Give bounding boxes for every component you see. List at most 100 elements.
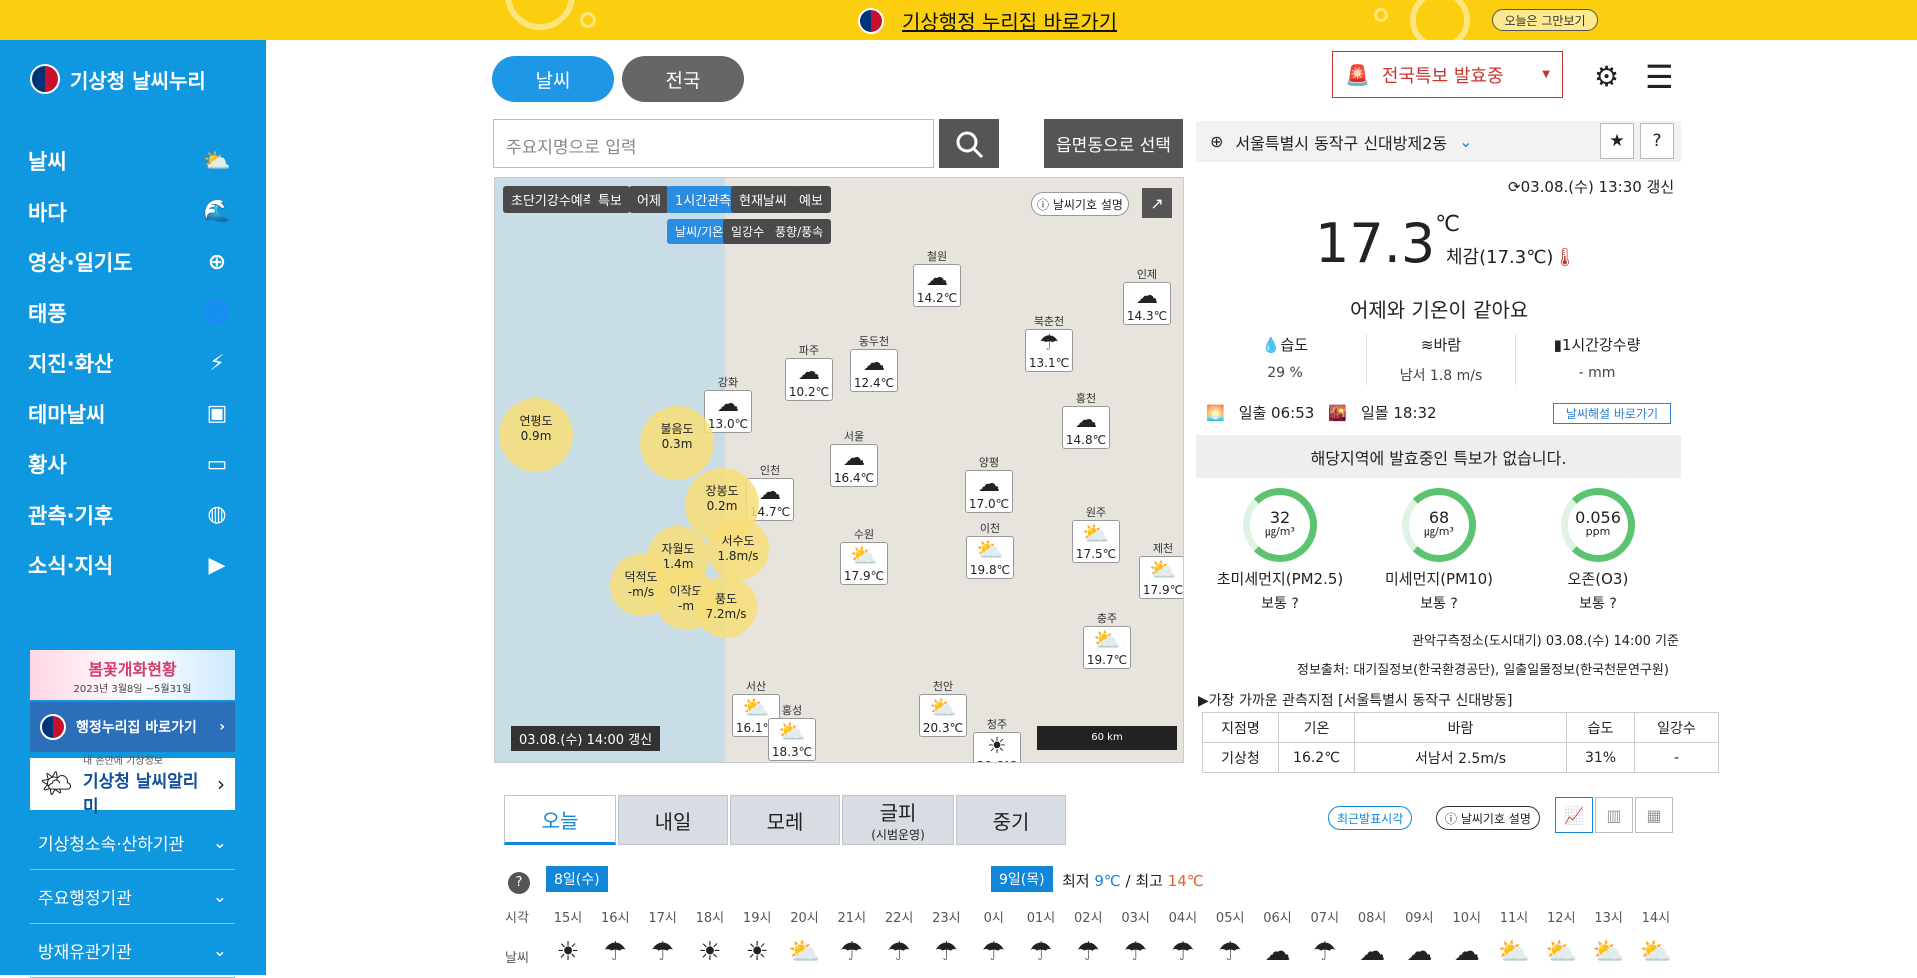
table-view-icon[interactable]: ▦ xyxy=(1635,797,1673,833)
hourly-weather-icon: ☂ xyxy=(650,937,675,967)
tab-forecast[interactable]: 오늘 xyxy=(504,795,616,845)
map-station[interactable]: 홍천 ☁ 14.8℃ xyxy=(1062,390,1110,449)
dismiss-today-button[interactable]: 오늘은 그만보기 xyxy=(1492,9,1598,31)
sea-name: 장봉도 xyxy=(705,484,739,498)
bar-view-icon[interactable]: ▥ xyxy=(1595,797,1633,833)
open-external-icon[interactable]: ↗ xyxy=(1142,188,1172,218)
recent-issue-time-button[interactable]: 최근발표시각 xyxy=(1328,806,1413,830)
map-station[interactable]: 동두천 ☁ 12.4℃ xyxy=(850,333,898,392)
지진·화산-icon: ⚡ xyxy=(209,350,225,376)
station-name: 동두천 xyxy=(858,335,890,348)
weather-commentary-link[interactable]: 날씨해설 바로가기 xyxy=(1553,403,1671,424)
settings-gear-icon[interactable]: ⚙ xyxy=(1594,60,1619,93)
tab-forecast[interactable]: 내일 xyxy=(618,795,728,845)
tab-forecast[interactable]: 모레 xyxy=(730,795,840,845)
map-station[interactable]: 양평 ☁ 17.0℃ xyxy=(965,454,1013,513)
tab-weather[interactable]: 날씨 xyxy=(492,56,614,102)
map-station[interactable]: 파주 ☁ 10.2℃ xyxy=(785,342,833,401)
nav-item[interactable]: 소식·지식 ▶ xyxy=(28,540,233,591)
temperature-value: 17.3 xyxy=(1315,212,1436,275)
hourly-weather-icon: ☂ xyxy=(982,937,1006,967)
spring-flower-banner[interactable]: 봄꽃개화현황 2023년 3월8일 ~5월31일 xyxy=(30,650,235,700)
refresh-icon[interactable]: ⟳ xyxy=(1508,178,1521,196)
admin-portal-link[interactable]: 행정누리집 바로가기 › xyxy=(30,702,235,752)
map-station[interactable]: 철원 ☁ 14.2℃ xyxy=(913,248,961,307)
map-station[interactable]: 인제 ☁ 14.3℃ xyxy=(1123,266,1171,325)
map-subtab[interactable]: 일강수 xyxy=(723,219,773,244)
station-temp: 12.4℃ xyxy=(853,376,895,390)
tab-national[interactable]: 전국 xyxy=(622,56,744,102)
map-station[interactable]: 홍성 ⛅ 18.3℃ xyxy=(768,702,816,761)
nav-item[interactable]: 날씨 ⛅ xyxy=(28,136,233,187)
wind-label: 바람 xyxy=(1433,336,1462,354)
tab-forecast[interactable]: 중기 xyxy=(956,795,1066,845)
chevron-down-icon: ⌄ xyxy=(1459,132,1473,151)
help-button[interactable]: ? xyxy=(1640,123,1674,159)
sea-station[interactable]: 풍도 7.2m/s xyxy=(695,576,757,638)
weather-alarm-app-link[interactable]: 🌤 내 손안에 기상정보 기상청 날씨알리미 › xyxy=(30,756,235,817)
air-quality-item[interactable]: 68 ㎍/m³ 미세먼지(PM10) 보통 ? xyxy=(1364,488,1514,613)
humidity: 💧습도 29 % xyxy=(1210,334,1360,381)
sea-value: 0.9m xyxy=(520,429,552,443)
hourly-weather-icon: ⛅ xyxy=(788,937,821,967)
nav-item[interactable]: 테마날씨 ▣ xyxy=(28,389,233,440)
map-tab[interactable]: 현재날씨 xyxy=(731,186,795,213)
forecast-legend-button[interactable]: ⓘ 날씨기호 설명 xyxy=(1436,806,1540,830)
map-tab[interactable]: 어제 xyxy=(629,186,669,213)
related-link[interactable]: 주요행정기관 ⌄ xyxy=(30,870,235,924)
site-logo[interactable]: 기상청 날씨누리 xyxy=(30,64,206,94)
sea-station[interactable]: 불음도 0.3m xyxy=(640,406,714,480)
map-tab[interactable]: 예보 xyxy=(791,186,831,213)
nav-item[interactable]: 관측·기후 ◍ xyxy=(28,490,233,541)
sea-station[interactable]: 연평도 0.9m xyxy=(499,398,573,472)
map-legend-button[interactable]: ⓘ 날씨기호 설명 xyxy=(1031,192,1129,216)
app-subtitle: 내 손안에 기상정보 xyxy=(83,755,163,767)
map-tab[interactable]: 특보 xyxy=(590,186,630,213)
hourly-weather-icon: ☂ xyxy=(603,937,627,967)
map-station[interactable]: 청주☀20.6℃ xyxy=(973,716,1021,762)
weather-map[interactable]: ⓘ 날씨기호 설명 ↗ 03.08.(수) 14:00 갱신 60 km 초단기… xyxy=(494,177,1184,763)
logo-text: 기상청 날씨누리 xyxy=(70,68,206,93)
row-label-weather: 날씨 xyxy=(505,951,529,966)
tab-forecast[interactable]: 글피 (시범운영) xyxy=(842,795,954,845)
map-tab[interactable]: 1시간관측 xyxy=(667,186,740,213)
related-link[interactable]: 기상청소속·산하기관 ⌄ xyxy=(30,816,235,870)
menu-hamburger-icon[interactable]: ☰ xyxy=(1645,58,1674,96)
select-district-button[interactable]: 읍면동으로 선택 xyxy=(1044,119,1183,168)
air-quality-item[interactable]: 0.056 ppm 오존(O3) 보통 ? xyxy=(1523,488,1673,613)
hourly-weather-icon: ⛅ xyxy=(1592,937,1625,967)
sea-station[interactable]: 서수도 1.8m/s xyxy=(707,518,769,580)
nav-item[interactable]: 태풍 🌀 xyxy=(28,288,233,339)
map-subtab[interactable]: 풍향/풍속 xyxy=(767,219,832,244)
air-name: 초미세먼지(PM2.5) xyxy=(1216,570,1344,588)
map-station[interactable]: 북춘천 ☂ 13.1℃ xyxy=(1025,313,1073,372)
map-subtab[interactable]: 날씨/기온 xyxy=(667,219,732,244)
hourly-weather-icon: ☁ xyxy=(1359,937,1386,967)
chart-view-icon[interactable]: 📈 xyxy=(1555,797,1593,833)
map-tab[interactable]: 초단기강수예측 xyxy=(503,186,603,213)
nav-item[interactable]: 바다 🌊 xyxy=(28,187,233,238)
map-station[interactable]: 원주 ⛅ 17.5℃ xyxy=(1072,504,1120,563)
help-icon[interactable]: ? xyxy=(1287,596,1298,612)
favorite-star-icon[interactable]: ★ xyxy=(1600,123,1634,159)
help-icon[interactable]: ? xyxy=(508,872,530,894)
search-input[interactable]: 주요지명으로 입력 xyxy=(493,119,934,168)
help-icon[interactable]: ? xyxy=(1605,596,1616,612)
map-station[interactable]: 수원 ⛅ 17.9℃ xyxy=(840,526,888,585)
nav-item[interactable]: 황사 ▭ xyxy=(28,439,233,490)
forecast-legend-label: 날씨기호 설명 xyxy=(1460,811,1531,826)
search-button[interactable] xyxy=(939,119,999,168)
map-station[interactable]: 충주 ⛅ 19.7℃ xyxy=(1083,610,1131,669)
nav-item[interactable]: 지진·화산 ⚡ xyxy=(28,338,233,389)
map-station[interactable]: 이천 ⛅ 19.8℃ xyxy=(966,520,1014,579)
help-icon[interactable]: ? xyxy=(1446,596,1457,612)
map-station[interactable]: 제천 ⛅ 17.9℃ xyxy=(1139,540,1183,599)
hourly-weather-icon: ☁ xyxy=(1453,937,1480,967)
related-link[interactable]: 방재유관기관 ⌄ xyxy=(30,924,235,978)
map-station[interactable]: 서울 ☁ 16.4℃ xyxy=(830,428,878,487)
air-quality-item[interactable]: 32 ㎍/m³ 초미세먼지(PM2.5) 보통 ? xyxy=(1205,488,1355,613)
banner-link[interactable]: 기상행정 누리집 바로가기 xyxy=(858,6,1117,35)
nav-item[interactable]: 영상·일기도 ⊕ xyxy=(28,237,233,288)
map-station[interactable]: 천안 ⛅ 20.3℃ xyxy=(919,678,967,737)
national-alert-dropdown[interactable]: 🚨 전국특보 발효중 ▼ xyxy=(1332,51,1563,98)
